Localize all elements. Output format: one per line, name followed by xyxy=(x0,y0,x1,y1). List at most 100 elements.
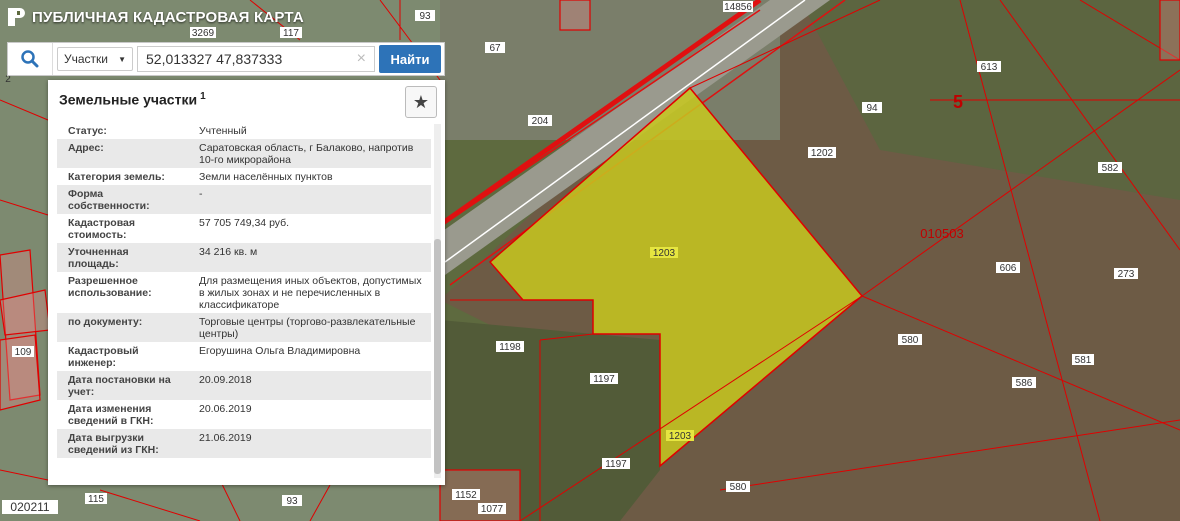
svg-text:93: 93 xyxy=(286,496,298,507)
attribute-key: Дата изменения сведений в ГКН: xyxy=(68,403,154,427)
map-label: 93 xyxy=(415,10,435,22)
star-icon[interactable]: ★ xyxy=(405,86,437,118)
map-label: 582 xyxy=(1098,162,1122,174)
attribute-value: Саратовская область, г Балаково, напроти… xyxy=(199,142,414,166)
map-label: 1197 xyxy=(590,373,618,385)
attribute-row: Кадастровая стоимость: 57 705 749,34 руб. xyxy=(57,214,431,243)
attribute-row: Адрес: Саратовская область, г Балаково, н… xyxy=(57,139,431,168)
scrollbar-thumb[interactable] xyxy=(434,239,441,474)
attribute-value: Егорушина Ольга Владимировна xyxy=(199,345,361,357)
svg-text:94: 94 xyxy=(866,103,878,114)
svg-text:115: 115 xyxy=(88,494,104,505)
attribute-key: Форма собственности: xyxy=(68,188,150,212)
search-input[interactable]: 52,013327 47,837333 × xyxy=(137,46,375,72)
map-label: 586 xyxy=(1012,377,1036,389)
attribute-row: Уточненная площадь: 34 216 кв. м xyxy=(57,243,431,272)
attribute-key: Категория земель: xyxy=(68,171,165,183)
svg-text:273: 273 xyxy=(1118,269,1135,280)
panel-scrollbar[interactable] xyxy=(434,124,441,478)
map-label: 93 xyxy=(282,495,302,507)
svg-text:586: 586 xyxy=(1016,378,1033,389)
attribute-value: 20.06.2019 xyxy=(199,403,252,415)
map-label: 1203 xyxy=(650,247,678,259)
map-label: 67 xyxy=(485,42,505,54)
svg-text:580: 580 xyxy=(730,482,747,493)
map-label: 1197 xyxy=(602,458,630,470)
attribute-row: Кадастровый инженер: Егорушина Ольга Влад… xyxy=(57,342,431,371)
attribute-row: Дата выгрузки сведений из ГКН: 21.06.2019 xyxy=(57,429,431,458)
search-bar: Участки ▼ 52,013327 47,837333 × Найти xyxy=(7,42,445,76)
map-label: 010503 xyxy=(920,226,963,241)
attribute-key: Дата выгрузки сведений из ГКН: xyxy=(68,432,159,456)
search-icon[interactable] xyxy=(8,43,53,75)
panel-title-text: Земельные участки xyxy=(59,91,198,108)
svg-text:582: 582 xyxy=(1102,163,1119,174)
svg-text:613: 613 xyxy=(981,62,998,73)
map-label: 204 xyxy=(528,115,552,127)
logo-icon xyxy=(8,8,25,26)
attribute-value: Торговые центры (торгово-развлекательные… xyxy=(199,316,416,340)
svg-text:93: 93 xyxy=(419,11,431,22)
map-label: 580 xyxy=(898,334,922,346)
svg-text:5: 5 xyxy=(953,92,963,112)
find-button[interactable]: Найти xyxy=(379,45,441,73)
svg-text:1203: 1203 xyxy=(653,248,676,259)
search-input-value: 52,013327 47,837333 xyxy=(146,51,283,67)
svg-text:020211: 020211 xyxy=(10,500,49,514)
map-label: 273 xyxy=(1114,268,1138,280)
svg-text:109: 109 xyxy=(15,347,32,358)
map-label: 580 xyxy=(726,481,750,493)
attribute-row: Дата постановки на учет: 20.09.2018 xyxy=(57,371,431,400)
attribute-value: 57 705 749,34 руб. xyxy=(199,217,290,229)
attribute-row: Дата изменения сведений в ГКН: 20.06.2019 xyxy=(57,400,431,429)
map-label: 1077 xyxy=(478,503,506,515)
app-header: ПУБЛИЧНАЯ КАДАСТРОВАЯ КАРТА xyxy=(0,0,304,34)
attribute-row: Форма собственности: - xyxy=(57,185,431,214)
attribute-value: Учтенный xyxy=(199,125,247,137)
map-label: 613 xyxy=(977,61,1001,73)
map-label: 5 xyxy=(953,92,963,112)
map-label: 14856 xyxy=(723,1,753,13)
svg-text:1197: 1197 xyxy=(593,374,615,385)
svg-text:67: 67 xyxy=(489,43,501,54)
svg-text:1203: 1203 xyxy=(669,431,692,442)
attribute-key: Кадастровая стоимость: xyxy=(68,217,135,241)
attributes-table: Статус: Учтенный Адрес: Саратовская область… xyxy=(57,122,431,458)
panel-title: Земельные участки 1 xyxy=(59,91,206,108)
page-title: ПУБЛИЧНАЯ КАДАСТРОВАЯ КАРТА xyxy=(32,8,304,26)
attribute-key: по документу: xyxy=(68,316,143,328)
svg-text:1197: 1197 xyxy=(605,459,627,470)
map-label: 020211 xyxy=(2,500,58,514)
svg-text:1202: 1202 xyxy=(811,148,834,159)
attribute-value: Земли населённых пунктов xyxy=(199,171,333,183)
attribute-value: - xyxy=(199,188,203,200)
map-label: 1203 xyxy=(666,430,694,442)
category-select-label: Участки xyxy=(64,52,108,66)
svg-text:606: 606 xyxy=(1000,263,1017,274)
attribute-key: Адрес: xyxy=(68,142,104,154)
result-count: 1 xyxy=(200,91,206,102)
svg-text:010503: 010503 xyxy=(920,226,963,241)
svg-text:581: 581 xyxy=(1075,355,1092,366)
map-label: 115 xyxy=(85,493,107,505)
clear-icon[interactable]: × xyxy=(357,50,366,68)
category-select[interactable]: Участки ▼ xyxy=(57,47,133,71)
attribute-key: Уточненная площадь: xyxy=(68,246,129,270)
attribute-row: Категория земель: Земли населённых пункто… xyxy=(57,168,431,185)
map-label: 581 xyxy=(1072,354,1094,366)
info-panel: Земельные участки 1 ★ Статус: Учтенный Адре… xyxy=(48,80,445,485)
attribute-key: Дата постановки на учет: xyxy=(68,374,171,398)
svg-text:1198: 1198 xyxy=(499,342,521,353)
attribute-row: Статус: Учтенный xyxy=(57,122,431,139)
attribute-row: по документу: Торговые центры (торгово-ра… xyxy=(57,313,431,342)
map-label: 109 xyxy=(12,346,34,358)
attribute-value: 20.09.2018 xyxy=(199,374,252,386)
attribute-row: Разрешенное использование: Для размещения… xyxy=(57,272,431,313)
attribute-value: 34 216 кв. м xyxy=(199,246,258,258)
svg-text:580: 580 xyxy=(902,335,919,346)
map-label: 1198 xyxy=(496,341,524,353)
map-label: 1202 xyxy=(808,147,836,159)
svg-text:1152: 1152 xyxy=(455,490,477,501)
attribute-value: 21.06.2019 xyxy=(199,432,252,444)
attribute-value: Для размещения иных объектов, допустимых… xyxy=(199,275,422,311)
